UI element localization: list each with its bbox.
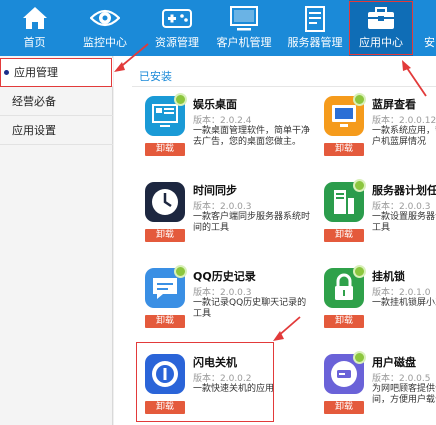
app-name: 娱乐桌面 — [193, 98, 237, 111]
app-version: 版本：2.0.0.3 — [372, 202, 431, 212]
app-description: 一款桌面管理软件，简单干净去广告，您的桌面您做主。 — [193, 126, 311, 147]
home-icon — [22, 6, 48, 34]
tab-server-management[interactable]: 服务器管理 — [281, 0, 349, 56]
uninstall-button[interactable]: 卸载 — [324, 315, 364, 328]
app-description: 为网吧顾客提供个人存储空间，方便用户载个人资料。 — [372, 384, 436, 405]
sidebar-item-business-essentials[interactable]: 经营必备 — [0, 87, 113, 116]
uninstall-button[interactable]: 卸载 — [324, 229, 364, 242]
sidebar-item-app-settings[interactable]: 应用设置 — [0, 116, 113, 145]
app-card[interactable]: 卸载 蓝屏查看 版本：2.0.0.12 一款系统应用，帮助查看客户机蓝屏情况 — [324, 93, 436, 186]
app-card[interactable]: 卸载 时间同步 版本：2.0.0.3 一款客户端同步服务器系统时间的工具 — [145, 182, 325, 272]
divider — [132, 86, 436, 87]
annotation-box — [0, 58, 112, 87]
installed-badge-icon — [174, 93, 187, 106]
app-description: 一款挂机锁屏小工具 — [372, 298, 436, 308]
app-card[interactable]: 卸载 挂机锁 版本：2.0.1.0 一款挂机锁屏小工具 — [324, 265, 436, 358]
app-version: 版本：2.0.0.5 — [372, 374, 431, 384]
installed-badge-icon — [353, 265, 366, 278]
tab-home[interactable]: 首页 — [0, 0, 69, 56]
eye-icon — [89, 6, 121, 34]
tab-resource-management[interactable]: 资源管理 — [141, 0, 213, 56]
sidebar: 应用管理 经营必备 应用设置 — [0, 56, 113, 425]
uninstall-button[interactable]: 卸载 — [145, 315, 185, 328]
app-name: 用户磁盘 — [372, 356, 416, 369]
app-description: 一款记录QQ历史聊天记录的工具 — [193, 298, 307, 319]
app-card[interactable]: 卸载 娱乐桌面 版本：2.0.2.4 一款桌面管理软件，简单干净去广告，您的桌面… — [145, 93, 325, 186]
top-nav: 首页 监控中心 资源管理 客户机管理 服务器管理 应用中心 安 — [0, 0, 436, 56]
app-version: 版本：2.0.1.0 — [372, 288, 431, 298]
clock-app-icon — [145, 182, 185, 222]
uninstall-button[interactable]: 卸载 — [324, 401, 364, 414]
app-version: 版本：2.0.0.12 — [372, 116, 436, 126]
app-description: 一款设置服务器计划任务的工具 — [372, 212, 436, 233]
app-name: 蓝屏查看 — [372, 98, 416, 111]
tab-client-management[interactable]: 客户机管理 — [213, 0, 275, 56]
server-icon — [305, 6, 325, 36]
annotation-box — [136, 342, 274, 422]
app-name: 挂机锁 — [372, 270, 405, 283]
installed-badge-icon — [353, 351, 366, 364]
app-name: QQ历史记录 — [193, 270, 256, 283]
gamepad-icon — [162, 6, 192, 34]
section-title: 已安装 — [139, 70, 172, 83]
main-content: 已安装 卸载 娱乐桌面 版本：2.0.2.4 一款桌面管理软件，简单干净去广告，… — [114, 56, 436, 425]
uninstall-button[interactable]: 卸载 — [145, 229, 185, 242]
installed-badge-icon — [353, 179, 366, 192]
app-version: 版本：2.0.2.4 — [193, 116, 252, 126]
app-description: 一款客户端同步服务器系统时间的工具 — [193, 212, 311, 233]
tab-partial[interactable]: 安 — [424, 0, 436, 56]
uninstall-button[interactable]: 卸载 — [145, 143, 185, 156]
app-card[interactable]: 卸载 用户磁盘 版本：2.0.0.5 为网吧顾客提供个人存储空间，方便用户载个人… — [324, 351, 436, 425]
app-version: 版本：2.0.0.3 — [193, 288, 252, 298]
app-version: 版本：2.0.0.3 — [193, 202, 252, 212]
app-card[interactable]: 卸载 服务器计划任务 版本：2.0.0.3 一款设置服务器计划任务的工具 — [324, 179, 436, 272]
uninstall-button[interactable]: 卸载 — [324, 143, 364, 156]
app-description: 一款系统应用，帮助查看客户机蓝屏情况 — [372, 126, 436, 147]
annotation-box — [349, 1, 413, 55]
installed-badge-icon — [174, 265, 187, 278]
tab-monitor-center[interactable]: 监控中心 — [69, 0, 141, 56]
app-name: 时间同步 — [193, 184, 237, 197]
monitor-icon — [230, 6, 258, 36]
app-name: 服务器计划任务 — [372, 184, 436, 197]
installed-badge-icon — [353, 93, 366, 106]
